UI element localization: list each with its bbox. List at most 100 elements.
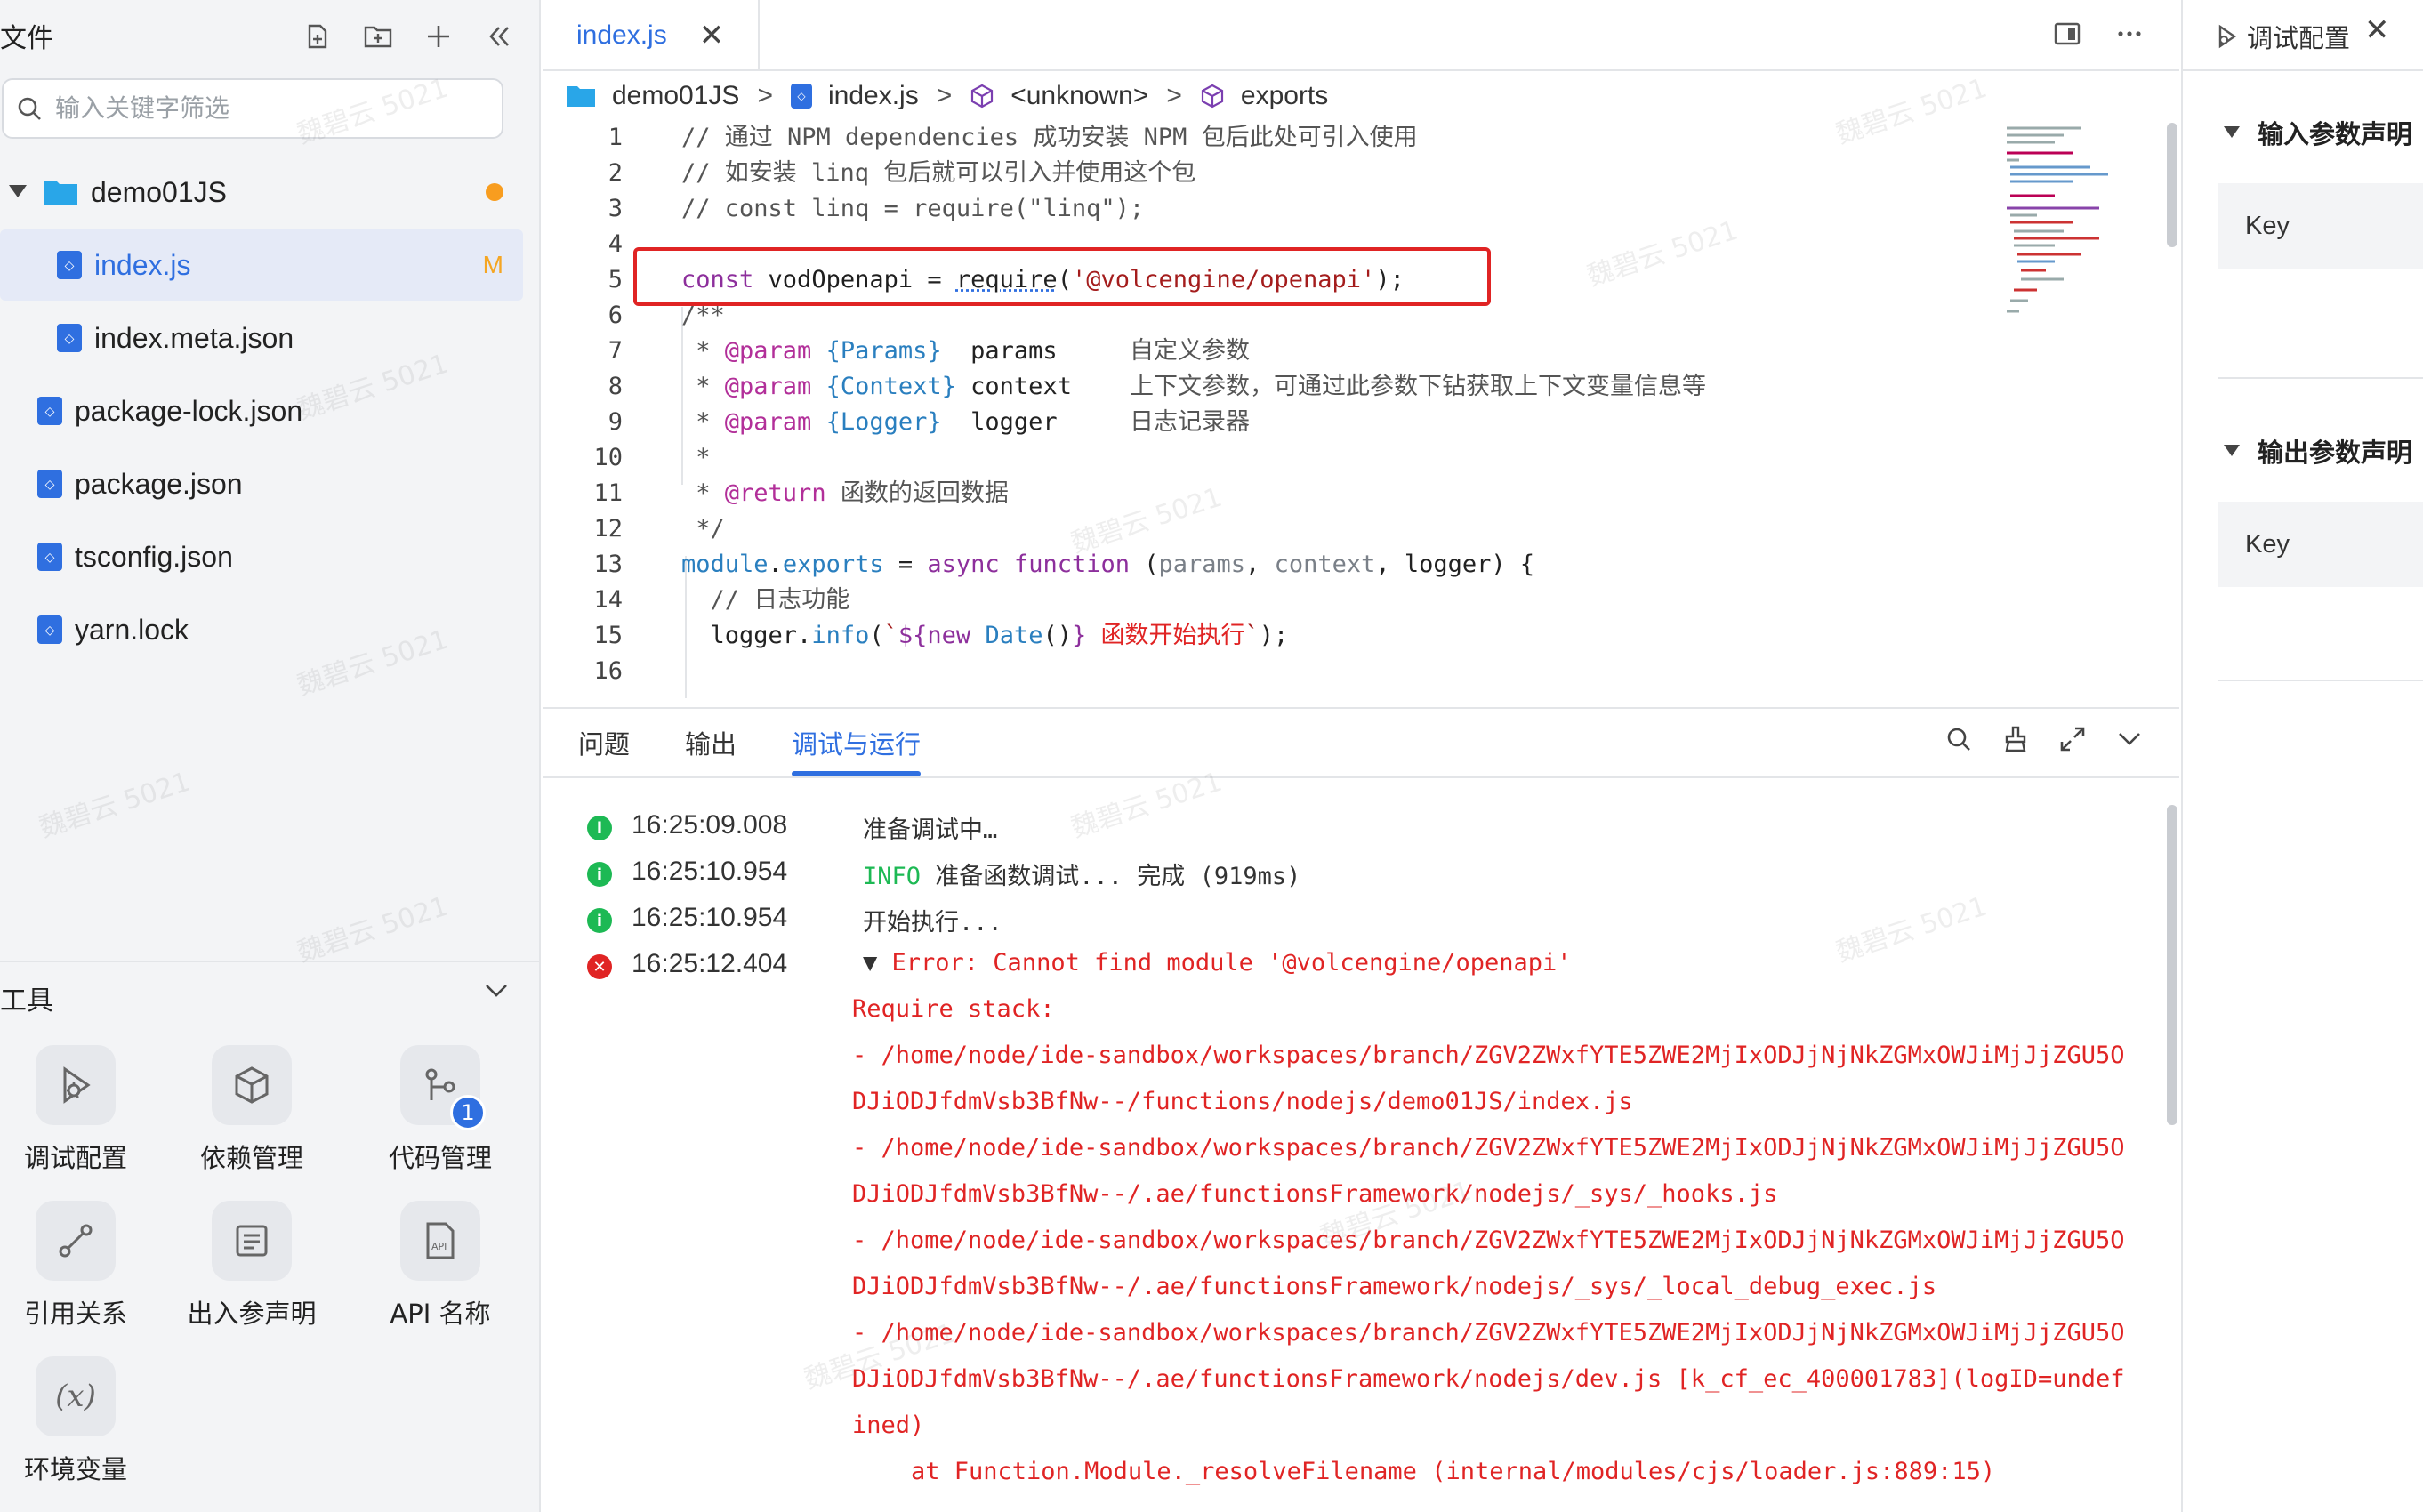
panel-scrollbar[interactable] [2167,805,2177,1125]
tools-header[interactable]: 工具 [0,961,539,1023]
success-icon: i [587,908,612,933]
code-line: * [681,440,711,476]
breadcrumb-item[interactable]: demo01JS [566,81,739,111]
git-icon: 1 [400,1045,480,1125]
section-input-params[interactable]: 输入参数声明 [2224,114,2412,151]
log-message: 开始执行... [863,903,1002,937]
tree-file-package-json[interactable]: ◇ package.json [0,448,525,519]
tree-file-index-js[interactable]: ◇ index.js M [0,229,523,301]
code-line: // 日志功能 [681,583,849,618]
chevron-down-icon[interactable] [484,982,509,1000]
tool-dependency[interactable]: 依赖管理 [176,1045,327,1187]
line-number: 13 [543,547,623,583]
tool-label: 出入参声明 [176,1293,327,1331]
caret-down-icon: ▼ [863,949,892,977]
section-output-params[interactable]: 输出参数声明 [2224,432,2412,470]
tool-code-management[interactable]: 1 代码管理 [365,1045,516,1187]
minimap[interactable] [2001,123,2117,327]
tool-label: 引用关系 [0,1293,151,1331]
params-icon [212,1201,292,1281]
tree-folder-demo01JS[interactable]: demo01JS [0,157,525,228]
breadcrumb-item[interactable]: exports [1200,81,1328,111]
code-area[interactable]: 1 // 通过 NPM dependencies 成功安装 NPM 包后此处可引入… [543,120,1966,698]
error-detail-line: Require stack: [852,995,1055,1023]
error-icon: ✕ [587,954,612,979]
editor-tabbar: index.js ✕ [543,0,2179,71]
debug-config-panel: 调试配置 ✕ 输入参数声明 Key 输出参数声明 Key [2181,0,2423,1512]
tree-file-tsconfig[interactable]: ◇ tsconfig.json [0,521,525,592]
code-line: logger.info(`${new Date()} 函数开始执行`); [681,618,1288,654]
json-file-icon: ◇ [37,543,62,571]
tool-env-vars[interactable]: (x) 环境变量 [0,1356,151,1499]
tab-output[interactable]: 输出 [685,709,737,776]
tree-item-label: index.meta.json [94,322,294,355]
line-number: 4 [543,227,623,262]
breadcrumb: demo01JS > ◇ index.js > <unknown> > expo… [566,78,1328,114]
search-icon[interactable] [1944,725,1973,753]
editor-scrollbar[interactable] [2167,123,2177,247]
more-icon[interactable] [2115,20,2144,48]
input-key-header: Key [2218,183,2423,269]
tool-references[interactable]: 引用关系 [0,1201,151,1343]
new-file-icon[interactable] [299,18,336,55]
json-file-icon: ◇ [57,324,82,352]
variable-icon: (x) [36,1356,116,1436]
tree-file-package-lock[interactable]: ◇ package-lock.json [0,375,525,446]
code-line: module.exports = async function (params,… [681,547,1534,583]
tree-file-index-meta-json[interactable]: ◇ index.meta.json [0,302,525,374]
tool-label: 调试配置 [0,1138,151,1175]
tree-item-label: tsconfig.json [75,541,233,574]
search-box[interactable] [2,78,503,139]
log-time: 16:25:12.404 [632,949,787,979]
tree-item-label: demo01JS [91,176,227,209]
line-number: 11 [543,476,623,511]
caret-down-icon [9,185,27,199]
breadcrumb-item[interactable]: ◇ index.js [791,81,919,111]
tool-params[interactable]: 出入参声明 [176,1201,327,1343]
code-line: * @param {Params} params 自定义参数 [681,334,1250,369]
file-sidebar: 文件 demo01JS ◇ [0,0,541,1512]
error-detail-line: DJiODJfdmVsb3BfNw--/.ae/functionsFramewo… [852,1273,1936,1300]
clear-icon[interactable] [2001,725,2030,753]
split-editor-icon[interactable] [2053,20,2081,48]
json-file-icon: ◇ [37,470,62,498]
panel-tabs: 问题 输出 调试与运行 [578,709,921,776]
tool-api-name[interactable]: API API 名称 [365,1201,516,1343]
breadcrumb-item[interactable]: <unknown> [970,81,1148,111]
modified-dot [486,183,503,201]
count-badge: 1 [450,1095,486,1130]
tool-label: 代码管理 [365,1138,516,1175]
collapse-left-icon[interactable] [480,18,518,55]
tab-debug-run[interactable]: 调试与运行 [792,709,921,776]
new-folder-icon[interactable] [359,18,397,55]
code-line: // const linq = require("linq"); [681,191,1144,227]
close-icon[interactable]: ✕ [699,18,725,53]
maximize-icon[interactable] [2058,725,2087,753]
tree-item-label: package-lock.json [75,395,302,428]
json-file-icon: ◇ [37,397,62,425]
add-icon[interactable] [420,18,457,55]
tab-problems[interactable]: 问题 [578,709,630,776]
tree-file-yarn-lock[interactable]: ◇ yarn.lock [0,594,525,665]
tool-label: 环境变量 [0,1449,151,1486]
search-input[interactable] [53,93,480,124]
code-line: // 如安装 linq 包后就可以引入并使用这个包 [681,156,1195,191]
tool-debug-config[interactable]: 调试配置 [0,1045,151,1187]
close-icon[interactable]: ✕ [2364,12,2390,48]
tree-item-label: yarn.lock [75,614,189,647]
code-line: // 通过 NPM dependencies 成功安装 NPM 包后此处可引入使… [681,120,1418,156]
tab-index-js[interactable]: index.js ✕ [543,0,760,71]
panel-title: 调试配置 [2215,18,2350,55]
debug-config-icon [36,1045,116,1125]
error-detail-line: DJiODJfdmVsb3BfNw--/.ae/functionsFramewo… [852,1180,1777,1208]
panel-actions [1944,725,2144,753]
chevron-down-icon[interactable] [2115,725,2144,753]
highlight-annotation [633,247,1491,306]
error-detail-line: - /home/node/ide-sandbox/workspaces/bran… [852,1319,2124,1347]
error-detail-line: DJiODJfdmVsb3BfNw--/.ae/functionsFramewo… [852,1365,2124,1393]
cube-icon [1200,84,1225,109]
tree-item-label: package.json [75,468,243,501]
sidebar-header: 文件 [0,0,539,73]
debug-config-header: 调试配置 ✕ [2183,0,2423,71]
tool-label: API 名称 [365,1293,516,1331]
